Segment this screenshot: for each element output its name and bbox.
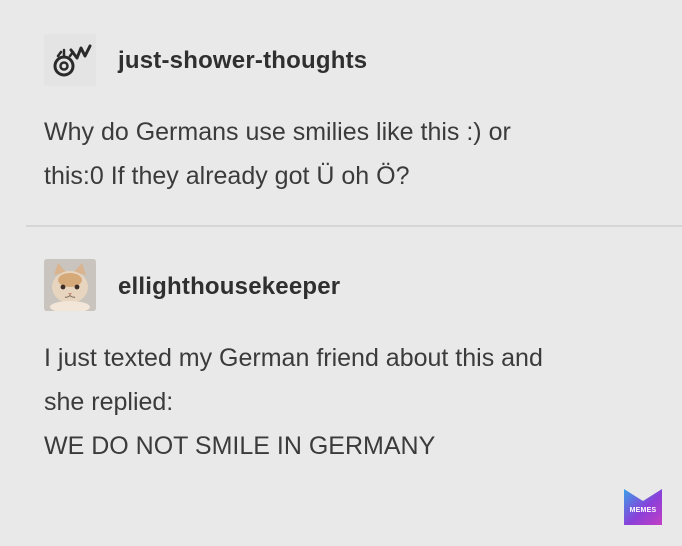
post-body: Why do Germans use smilies like this :) …: [44, 110, 654, 198]
post-body-line: I just texted my German friend about thi…: [44, 344, 543, 372]
username[interactable]: just-shower-thoughts: [118, 47, 367, 75]
avatar[interactable]: [44, 259, 96, 311]
memes-label: MEMES: [629, 507, 657, 514]
username[interactable]: ellighthousekeeper: [118, 273, 340, 301]
post-just-shower-thoughts: just-shower-thoughts Why do Germans use …: [0, 0, 682, 226]
lightbulb-head-icon: [53, 44, 92, 77]
post-body-line: she replied:: [44, 388, 174, 416]
post-ellighthousekeeper: ellighthousekeeper I just texted my Germ…: [0, 228, 682, 546]
memes-watermark: MEMES: [624, 489, 662, 525]
post-divider: [26, 225, 682, 227]
post-body-line: Why do Germans use smilies like this :) …: [44, 118, 511, 146]
post-body-line: this:0 If they already got Ü oh Ö?: [44, 162, 410, 190]
post-body-line: WE DO NOT SMILE IN GERMANY: [44, 432, 436, 460]
avatar[interactable]: [44, 34, 96, 86]
post-body: I just texted my German friend about thi…: [44, 336, 654, 468]
cat-avatar-icon: [44, 259, 96, 311]
